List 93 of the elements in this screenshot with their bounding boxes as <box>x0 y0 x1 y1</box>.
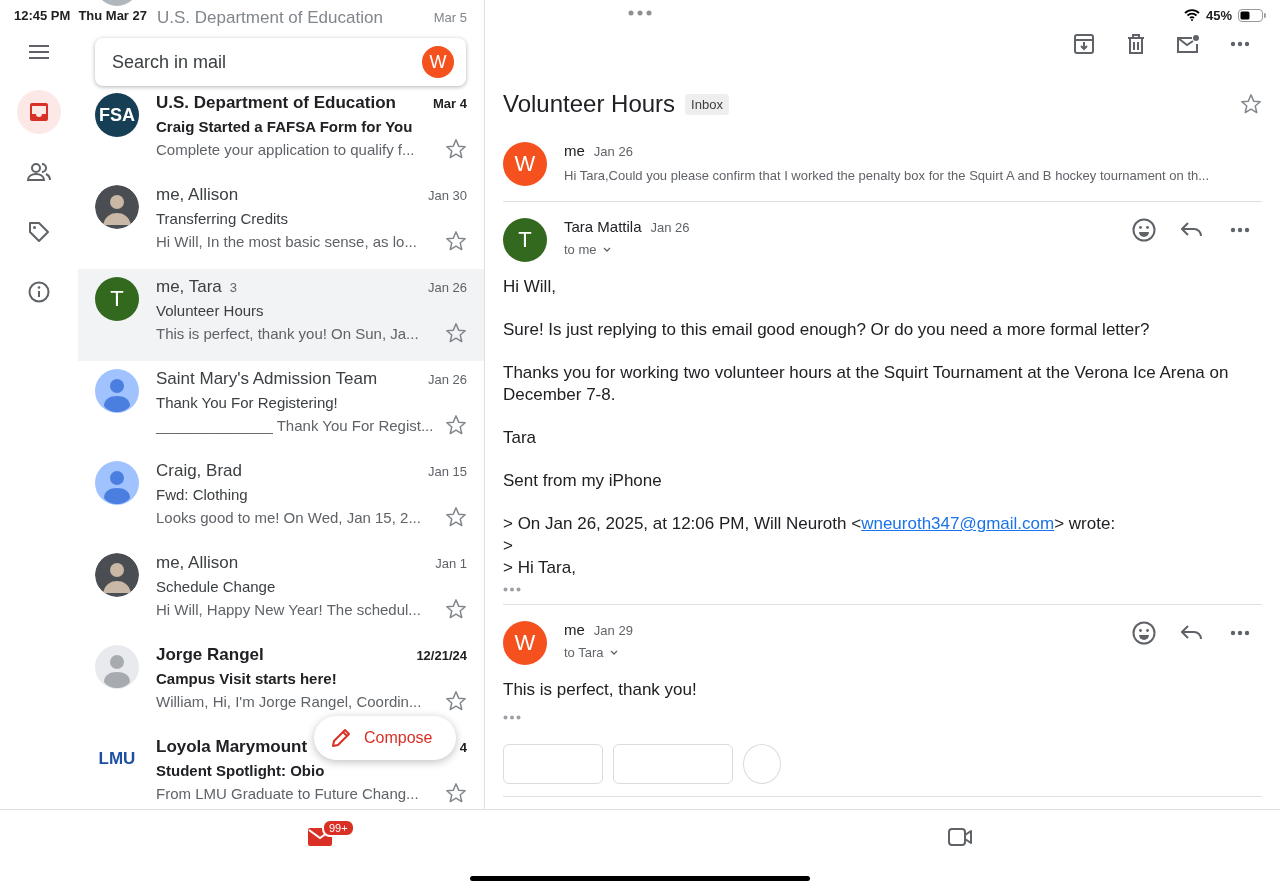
email-date: Mar 5 <box>433 10 467 25</box>
caret-icon <box>602 247 611 252</box>
message-snippet: Hi Tara,Could you please confirm that I worked the penalty box for the Squirt A and B hockey tournament on th... <box>564 168 1211 183</box>
pencil-icon <box>330 727 352 749</box>
star-icon[interactable] <box>445 414 467 436</box>
email-date: Jan 26 <box>427 372 467 387</box>
message-date: Jan 29 <box>593 623 633 638</box>
avatar: W <box>503 621 547 665</box>
thread-subject: Volunteer Hours <box>503 90 676 118</box>
people-icon <box>26 162 52 182</box>
message-sender: Tara Mattila <box>564 218 642 235</box>
email-subject: Thank You For Registering! <box>156 393 339 413</box>
quoted-line: > <box>503 535 514 557</box>
avatar: T <box>503 218 547 262</box>
message-paragraph: Thanks you for working two volunteer hours at the Squirt Tournament at the Verona Ice Arena on December 7-8. <box>503 362 1230 406</box>
email-snippet: William, Hi, I'm Jorge Rangel, Coordin... <box>156 692 423 710</box>
menu-icon <box>28 44 50 60</box>
message-paragraph: Hi Will, <box>503 276 557 298</box>
avatar-silhouette <box>95 185 139 229</box>
email-sender[interactable]: me, Allison <box>156 553 239 573</box>
star-icon[interactable] <box>445 690 467 712</box>
email-subject: Schedule Change <box>156 577 277 597</box>
inbox-button[interactable] <box>17 90 61 134</box>
message-paragraph: This is perfect, thank you! <box>503 679 698 701</box>
avatar-silhouette <box>95 553 139 597</box>
message-paragraph: Tara <box>503 427 538 449</box>
email-sender: U.S. Department of Education <box>157 8 383 28</box>
email-sender[interactable]: me, Tara <box>156 277 222 297</box>
recipient-dropdown[interactable]: to Tara <box>564 645 618 660</box>
avatar: W <box>503 142 547 186</box>
inbox-icon <box>29 102 49 122</box>
wifi-icon <box>1183 9 1200 21</box>
battery-percent: 45% <box>1205 7 1232 23</box>
status-date: Thu Mar 27 <box>78 7 147 23</box>
email-date: Jan 26 <box>427 280 467 295</box>
email-date: Jan 15 <box>427 464 467 479</box>
compose-button[interactable]: Compose <box>314 716 457 760</box>
thread-count: 3 <box>229 280 238 295</box>
caret-icon <box>609 650 618 655</box>
email-sender[interactable]: Saint Mary's Admission Team <box>156 369 378 389</box>
message-paragraph: Sure! Is just replying to this email good enough? Or do you need a more formal letter? <box>503 319 1151 341</box>
star-icon[interactable] <box>445 322 467 344</box>
email-sender[interactable]: Loyola Marymount <box>156 737 308 757</box>
video-camera-icon <box>948 828 972 846</box>
email-snippet: Hi Will, Happy New Year! The schedul... <box>156 600 422 618</box>
email-sender[interactable]: me, Allison <box>156 185 239 205</box>
email-subject: Volunteer Hours <box>156 301 265 321</box>
email-link[interactable]: wneuroth347@gmail.com <box>861 514 1055 533</box>
inbox-label: Inbox <box>685 93 729 115</box>
email-date: 4 <box>459 740 467 755</box>
email-sender[interactable]: Craig, Brad <box>156 461 242 481</box>
selected-email-row[interactable]: T me, Tara 3 Jan 26 Volunteer Hours This is perfect, thank you! On Sun, Ja... <box>78 269 484 361</box>
status-time: 12:45 PM <box>14 7 71 23</box>
email-date: Jan 1 <box>435 556 467 571</box>
email-snippet: ______________ Thank You For Regist... <box>156 416 435 434</box>
message-date: Jan 26 <box>593 144 633 159</box>
star-icon[interactable] <box>445 506 467 528</box>
multitask-dots-icon[interactable] <box>628 10 652 16</box>
tag-icon <box>28 221 50 243</box>
email-subject: Campus Visit starts here! <box>156 669 338 689</box>
star-icon[interactable] <box>445 138 467 160</box>
unread-badge: 99+ <box>322 819 355 837</box>
message-sender: me <box>564 142 585 159</box>
logo: FSA <box>95 93 139 137</box>
battery-icon <box>1238 8 1266 22</box>
email-sender[interactable]: Jorge Rangel <box>156 645 264 665</box>
email-subject: Fwd: Clothing <box>156 485 249 505</box>
star-icon[interactable] <box>445 230 467 252</box>
message-date: Jan 26 <box>650 220 690 235</box>
recipient-dropdown[interactable]: to me <box>564 242 611 257</box>
quoted-line: > Hi Tara, <box>503 557 577 579</box>
star-icon[interactable] <box>1240 93 1262 115</box>
show-trimmed-icon[interactable] <box>503 715 521 720</box>
email-sender[interactable]: U.S. Department of Education <box>156 93 396 113</box>
star-icon[interactable] <box>445 782 467 804</box>
email-snippet: This is perfect, thank you! On Sun, Ja... <box>156 324 420 342</box>
info-icon <box>28 281 50 303</box>
email-snippet: Hi Will, In the most basic sense, as lo... <box>156 232 418 250</box>
email-subject: Student Spotlight: Obio <box>156 761 326 781</box>
email-subject: Craig Started a FAFSA Form for You <box>156 117 414 137</box>
email-snippet: From LMU Graduate to Future Chang... <box>156 784 420 802</box>
email-date: 12/21/24 <box>416 648 467 663</box>
email-date: Jan 30 <box>427 188 467 203</box>
email-snippet: Looks good to me! On Wed, Jan 15, 2... <box>156 508 422 526</box>
star-icon[interactable] <box>445 598 467 620</box>
email-snippet: Complete your application to qualify f... <box>156 140 416 158</box>
message-sender: me <box>564 621 585 638</box>
show-trimmed-icon[interactable] <box>503 587 521 592</box>
quoted-line: > On Jan 26, 2025, at 12:06 PM, Will Neuroth <wneuroth347@gmail.com> wrote: <box>503 513 1117 535</box>
avatar: T <box>95 277 139 321</box>
email-date: Mar 4 <box>433 96 467 111</box>
message-paragraph: Sent from my iPhone <box>503 470 663 492</box>
email-subject: Transferring Credits <box>156 209 289 229</box>
